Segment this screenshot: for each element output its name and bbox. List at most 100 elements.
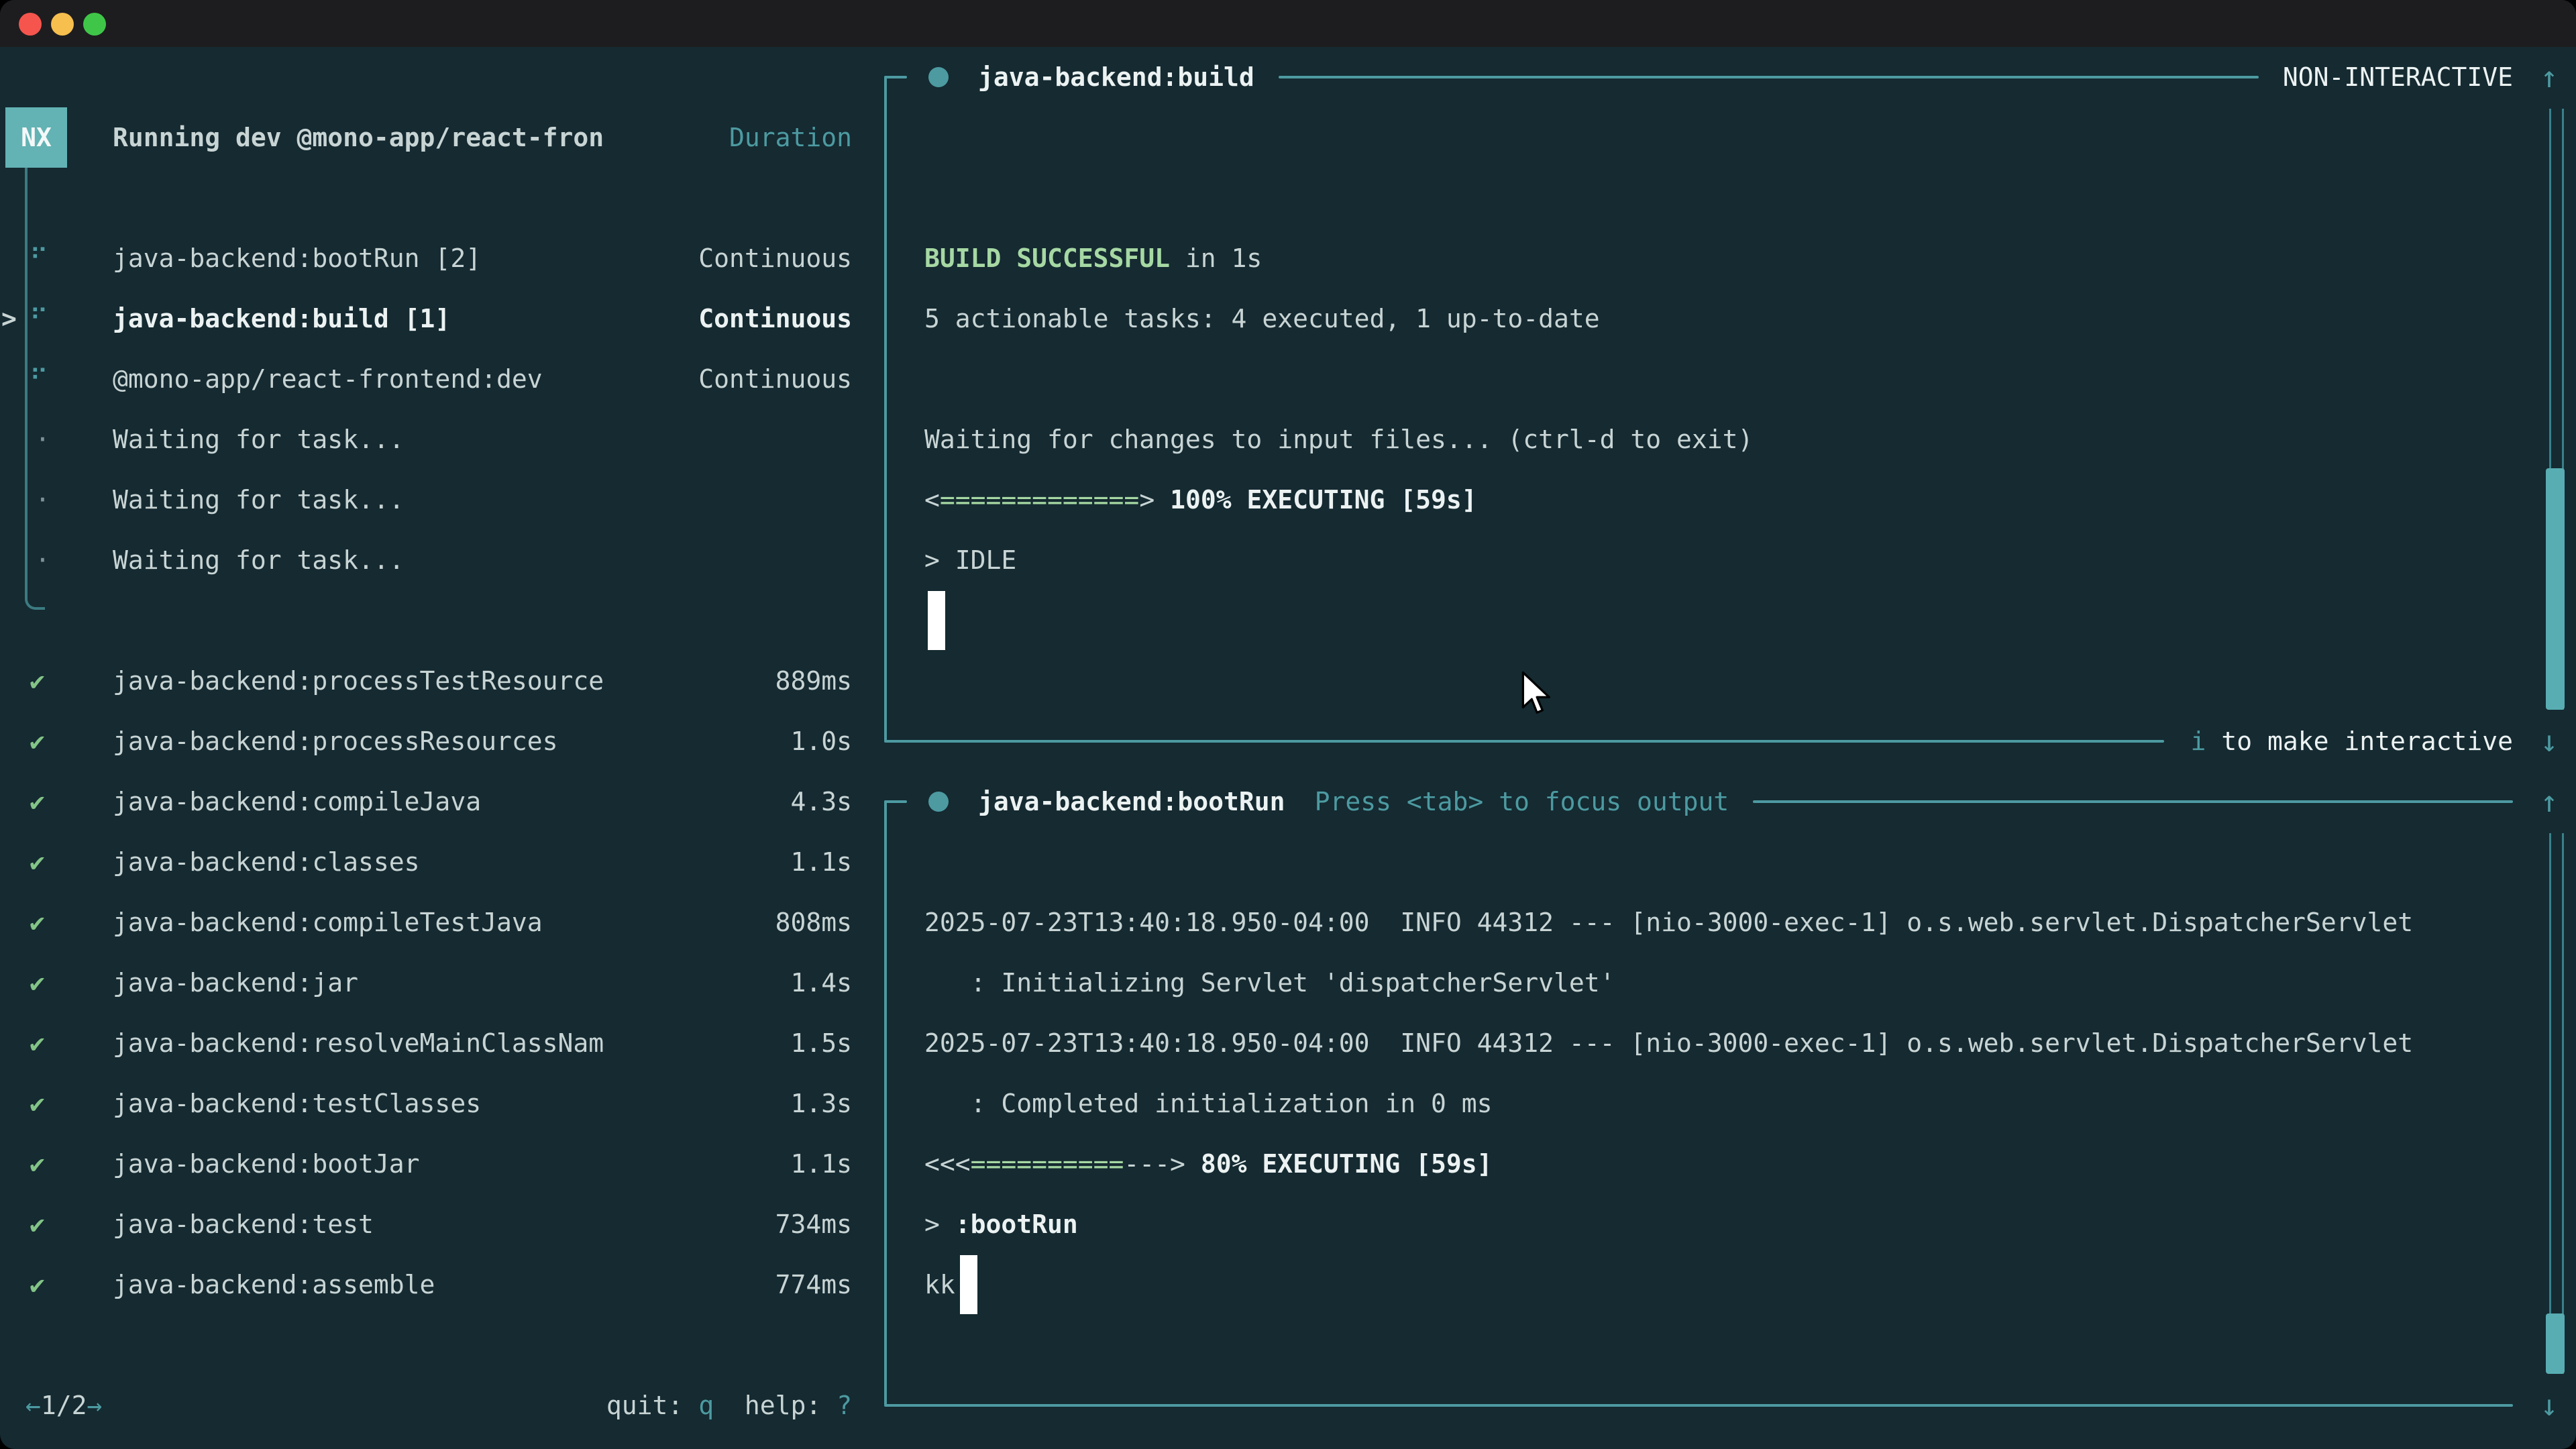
progress-fill: ============= bbox=[940, 485, 1139, 515]
completed-task-row[interactable]: ✔ java-backend:resolveMainClassNam 1.5s bbox=[0, 1013, 852, 1073]
build-progress-line: <=============> 100% EXECUTING [59s] bbox=[924, 470, 1477, 530]
completed-task-row[interactable]: ✔ java-backend:bootJar 1.1s bbox=[0, 1134, 852, 1194]
completed-task-row[interactable]: ✔ java-backend:compileTestJava 808ms bbox=[0, 892, 852, 953]
zoom-button[interactable] bbox=[83, 13, 106, 36]
completed-task-row[interactable]: ✔ java-backend:classes 1.1s bbox=[0, 832, 852, 892]
bootrun-progress-line: <<<==========---> 80% EXECUTING [59s] bbox=[924, 1134, 1493, 1194]
log-line: : Completed initialization in 0 ms bbox=[924, 1073, 1492, 1134]
task-duration: 1.3s bbox=[790, 1089, 852, 1118]
prompt-task: :bootRun bbox=[955, 1210, 1078, 1239]
terminal-window: NX Running dev @mono-app/react-fron Dura… bbox=[0, 0, 2576, 1449]
page-title: Running dev @mono-app/react-fron bbox=[113, 123, 604, 152]
waiting-label: Waiting for task... bbox=[113, 485, 405, 515]
waiting-label: Waiting for task... bbox=[113, 545, 405, 575]
check-icon: ✔ bbox=[30, 1089, 45, 1118]
pending-dot-icon: · bbox=[35, 485, 50, 515]
task-duration: 1.1s bbox=[790, 1149, 852, 1179]
build-success-time: in 1s bbox=[1170, 244, 1262, 273]
log-line: 2025-07-23T13:40:18.950-04:00 INFO 44312… bbox=[924, 1013, 2413, 1073]
task-name: java-backend:test bbox=[113, 1210, 374, 1239]
build-summary-line: 5 actionable tasks: 4 executed, 1 up-to-… bbox=[924, 288, 1600, 349]
completed-task-row[interactable]: ✔ java-backend:processTestResource 889ms bbox=[0, 651, 852, 711]
completed-task-row[interactable]: ✔ java-backend:assemble 774ms bbox=[0, 1254, 852, 1315]
task-duration: 808ms bbox=[775, 908, 852, 937]
scroll-down-icon[interactable]: ↓ bbox=[2532, 724, 2567, 759]
interactive-hint-text: to make interactive bbox=[2206, 727, 2513, 756]
scroll-down-icon[interactable]: ↓ bbox=[2532, 1389, 2567, 1423]
task-duration: 4.3s bbox=[790, 787, 852, 816]
task-name: java-backend:build [1] bbox=[113, 304, 450, 333]
check-icon: ✔ bbox=[30, 1270, 45, 1299]
task-duration: 1.4s bbox=[790, 968, 852, 998]
build-panel-left-border bbox=[884, 76, 887, 741]
scroll-up-icon[interactable]: ↑ bbox=[2532, 785, 2567, 819]
task-name: @mono-app/react-frontend:dev bbox=[113, 364, 543, 394]
titlebar bbox=[0, 0, 2576, 47]
task-name: java-backend:compileJava bbox=[113, 787, 481, 816]
task-row-build-selected[interactable]: > ⠋ java-backend:build [1] Continuous bbox=[0, 288, 852, 349]
build-success-label: BUILD SUCCESSFUL bbox=[924, 244, 1170, 273]
build-panel-title: java-backend:build bbox=[978, 62, 1254, 92]
build-scrollbar-thumb[interactable] bbox=[2546, 468, 2565, 710]
build-panel-footer: i to make interactive ↓ bbox=[884, 711, 2567, 771]
focus-output-hint: Press <tab> to focus output bbox=[1315, 787, 1729, 816]
prev-page-arrow-icon[interactable]: ← bbox=[25, 1391, 41, 1420]
task-row-bootrun[interactable]: ⠋ java-backend:bootRun [2] Continuous bbox=[0, 228, 852, 288]
task-name: java-backend:processTestResource bbox=[113, 666, 604, 696]
task-list-footer: ←1/2→ quit: q help: ? bbox=[0, 1375, 852, 1436]
border-stub bbox=[884, 800, 907, 803]
check-icon: ✔ bbox=[30, 968, 45, 998]
task-name: java-backend:bootRun [2] bbox=[113, 244, 481, 273]
minimize-button[interactable] bbox=[51, 13, 74, 36]
check-icon: ✔ bbox=[30, 727, 45, 756]
check-icon: ✔ bbox=[30, 666, 45, 696]
completed-task-row[interactable]: ✔ java-backend:testClasses 1.3s bbox=[0, 1073, 852, 1134]
mouse-pointer-icon bbox=[1520, 671, 1555, 719]
bootrun-input-line[interactable]: kk bbox=[924, 1254, 955, 1315]
task-name: java-backend:jar bbox=[113, 968, 358, 998]
bootrun-scrollbar-track[interactable] bbox=[2549, 833, 2564, 1374]
progress-fill: ========== bbox=[971, 1149, 1124, 1179]
progress-head: < bbox=[924, 485, 940, 515]
bootrun-scrollbar-thumb[interactable] bbox=[2546, 1313, 2565, 1374]
quit-hint-label: quit: bbox=[606, 1391, 698, 1420]
task-name: java-backend:assemble bbox=[113, 1270, 435, 1299]
task-row-frontend-dev[interactable]: ⠋ @mono-app/react-frontend:dev Continuou… bbox=[0, 349, 852, 409]
next-page-arrow-icon[interactable]: → bbox=[87, 1391, 103, 1420]
mode-badge: NON-INTERACTIVE bbox=[2283, 62, 2513, 92]
task-name: java-backend:compileTestJava bbox=[113, 908, 543, 937]
spinner-icon: ⠋ bbox=[30, 304, 48, 333]
completed-task-row[interactable]: ✔ java-backend:jar 1.4s bbox=[0, 953, 852, 1013]
close-button[interactable] bbox=[19, 13, 42, 36]
task-duration: 774ms bbox=[775, 1270, 852, 1299]
waiting-task-row: · Waiting for task... bbox=[0, 530, 852, 590]
task-list-header: NX Running dev @mono-app/react-fron Dura… bbox=[0, 107, 852, 168]
header-rule bbox=[1753, 800, 2513, 803]
build-idle-line: > IDLE bbox=[924, 530, 1016, 590]
build-waiting-line: Waiting for changes to input files... (c… bbox=[924, 409, 1753, 470]
typed-input: kk bbox=[924, 1270, 955, 1299]
build-panel-header[interactable]: java-backend:build NON-INTERACTIVE ↑ bbox=[884, 47, 2567, 107]
progress-tail: ---> bbox=[1124, 1149, 1185, 1179]
task-duration: 1.0s bbox=[790, 727, 852, 756]
task-name: java-backend:testClasses bbox=[113, 1089, 481, 1118]
completed-task-row[interactable]: ✔ java-backend:processResources 1.0s bbox=[0, 711, 852, 771]
nx-logo: NX bbox=[5, 107, 67, 168]
completed-task-row[interactable]: ✔ java-backend:test 734ms bbox=[0, 1194, 852, 1254]
footer-rule bbox=[884, 1404, 2513, 1407]
task-status: Continuous bbox=[698, 364, 852, 394]
bootrun-panel-header[interactable]: java-backend:bootRun Press <tab> to focu… bbox=[884, 771, 2567, 832]
bootrun-panel-title: java-backend:bootRun bbox=[978, 787, 1285, 816]
task-duration: 1.5s bbox=[790, 1028, 852, 1058]
task-name: java-backend:processResources bbox=[113, 727, 557, 756]
help-hint-label: help: bbox=[714, 1391, 837, 1420]
help-key: ? bbox=[837, 1391, 852, 1420]
build-terminal-cursor bbox=[928, 591, 945, 650]
page-indicator: 1/2 bbox=[41, 1391, 87, 1420]
quit-key: q bbox=[698, 1391, 714, 1420]
prompt-prefix: > bbox=[924, 1210, 955, 1239]
scroll-up-icon[interactable]: ↑ bbox=[2532, 60, 2567, 95]
check-icon: ✔ bbox=[30, 847, 45, 877]
task-duration: 889ms bbox=[775, 666, 852, 696]
completed-task-row[interactable]: ✔ java-backend:compileJava 4.3s bbox=[0, 771, 852, 832]
